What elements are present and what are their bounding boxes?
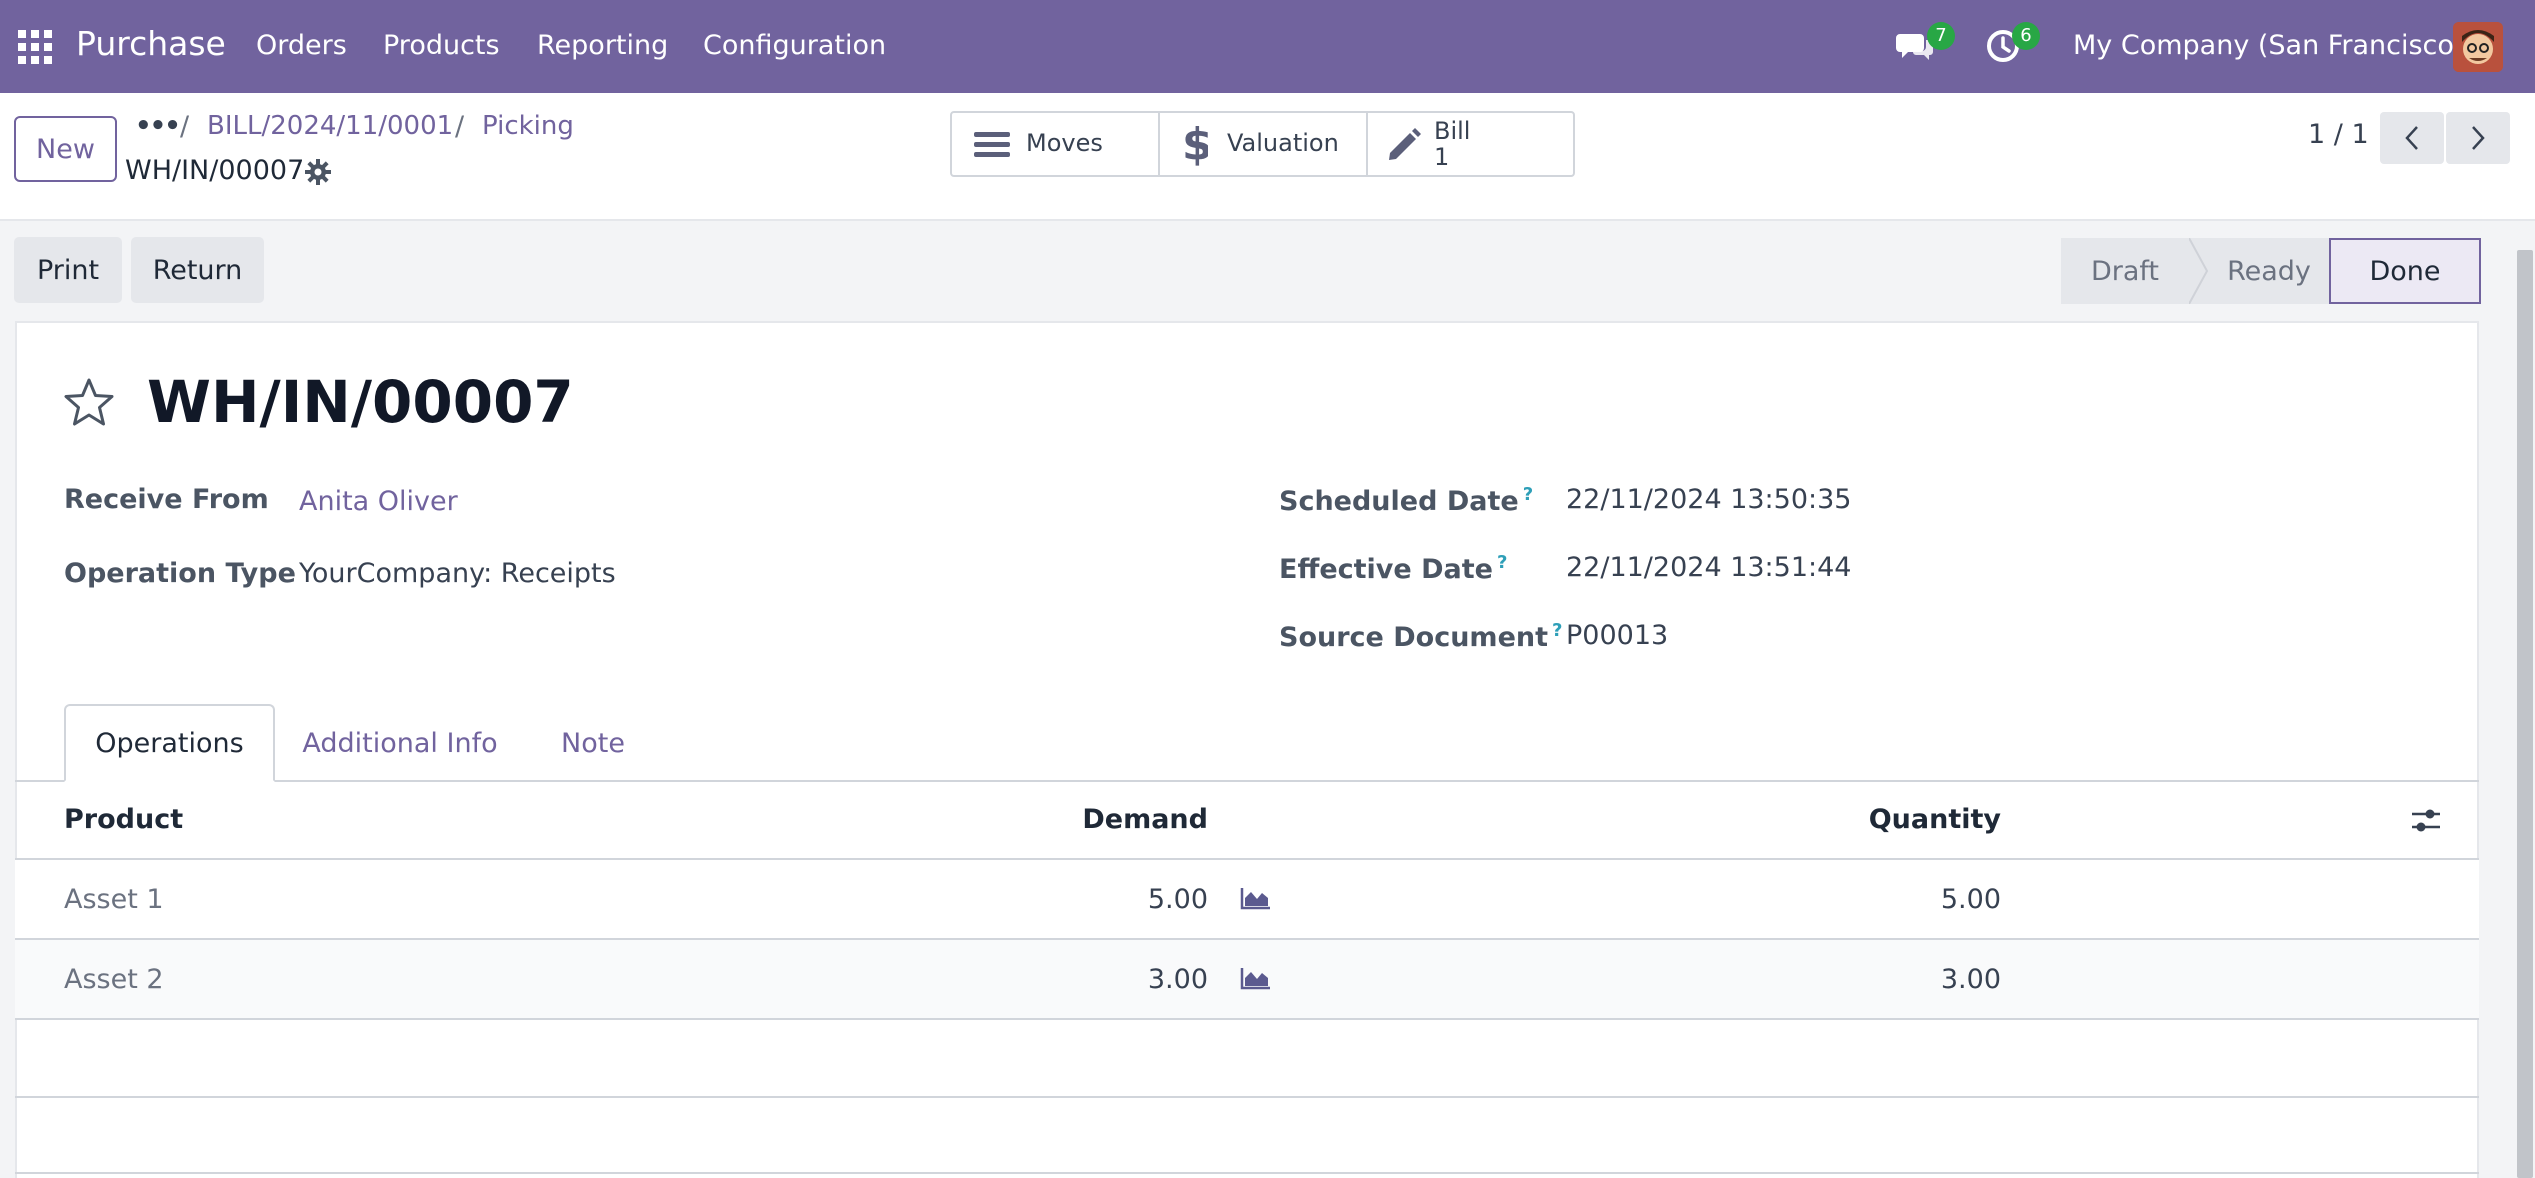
menu-configuration[interactable]: Configuration bbox=[703, 30, 886, 61]
chevron-left-icon bbox=[2405, 126, 2418, 150]
row-demand[interactable]: 3.00 bbox=[1008, 964, 1208, 995]
top-navbar: Purchase Orders Products Reporting Confi… bbox=[0, 0, 2535, 93]
record-title: WH/IN/00007 bbox=[147, 368, 574, 436]
gear-icon[interactable] bbox=[303, 157, 333, 187]
pager-value[interactable]: 1 / 1 bbox=[2308, 119, 2369, 150]
app-name[interactable]: Purchase bbox=[76, 24, 226, 63]
moves-label: Moves bbox=[1026, 129, 1103, 157]
breadcrumb-picking[interactable]: Picking bbox=[482, 111, 574, 141]
forecast-chart-icon[interactable] bbox=[1240, 886, 1272, 910]
user-avatar[interactable] bbox=[2453, 22, 2503, 72]
chevron-right-icon bbox=[2472, 126, 2485, 150]
menu-products[interactable]: Products bbox=[383, 30, 500, 61]
pager-next-button[interactable] bbox=[2446, 112, 2510, 164]
valuation-label: Valuation bbox=[1227, 129, 1339, 157]
tab-operations[interactable]: Operations bbox=[64, 704, 275, 782]
svg-text:$: $ bbox=[1182, 121, 1208, 167]
bill-smart-button[interactable]: Bill 1 bbox=[1368, 113, 1573, 175]
column-header-demand[interactable]: Demand bbox=[1008, 804, 1208, 835]
row-quantity[interactable]: 3.00 bbox=[1801, 964, 2001, 995]
print-button[interactable]: Print bbox=[14, 237, 122, 303]
breadcrumb-more-icon[interactable]: ••• bbox=[135, 111, 181, 141]
column-settings-icon[interactable] bbox=[2410, 806, 2442, 836]
row-quantity[interactable]: 5.00 bbox=[1801, 884, 2001, 915]
return-button[interactable]: Return bbox=[131, 237, 264, 303]
scheduled-date-value[interactable]: 22/11/2024 13:50:35 bbox=[1566, 484, 1851, 515]
breadcrumb-separator: / bbox=[180, 111, 190, 142]
current-record-name: WH/IN/00007 bbox=[125, 155, 305, 186]
row-divider bbox=[15, 1172, 2479, 1174]
operation-type-value[interactable]: YourCompany: Receipts bbox=[299, 558, 616, 589]
status-arrow-separator bbox=[2189, 238, 2209, 304]
menu-reporting[interactable]: Reporting bbox=[537, 30, 668, 61]
scrollbar-thumb[interactable] bbox=[2517, 250, 2533, 1178]
status-draft[interactable]: Draft bbox=[2061, 238, 2189, 304]
effective-date-label: Effective Date? bbox=[1279, 552, 1508, 585]
row-divider bbox=[15, 1018, 2479, 1020]
valuation-smart-button[interactable]: $ Valuation bbox=[1160, 113, 1368, 175]
dollar-icon: $ bbox=[1182, 121, 1208, 167]
status-bar: Draft Ready Done bbox=[2061, 238, 2481, 304]
source-document-label: Source Document? bbox=[1279, 620, 1563, 653]
menu-orders[interactable]: Orders bbox=[256, 30, 347, 61]
messages-count-badge: 7 bbox=[1927, 22, 1955, 50]
moves-smart-button[interactable]: Moves bbox=[952, 113, 1160, 175]
scheduled-date-label: Scheduled Date? bbox=[1279, 484, 1534, 517]
help-tooltip-icon[interactable]: ? bbox=[1497, 552, 1507, 573]
pager-previous-button[interactable] bbox=[2380, 112, 2444, 164]
breadcrumb-separator: / bbox=[455, 111, 465, 142]
row-product[interactable]: Asset 1 bbox=[64, 884, 164, 915]
receive-from-value[interactable]: Anita Oliver bbox=[299, 486, 458, 517]
forecast-chart-icon[interactable] bbox=[1240, 966, 1272, 990]
pencil-icon bbox=[1389, 128, 1421, 160]
row-product[interactable]: Asset 2 bbox=[64, 964, 164, 995]
smart-buttons: Moves $ Valuation Bill 1 bbox=[950, 111, 1575, 177]
company-switcher[interactable]: My Company (San Francisco) bbox=[2073, 30, 2464, 61]
apps-grid-icon[interactable] bbox=[18, 30, 52, 64]
column-header-quantity[interactable]: Quantity bbox=[1801, 804, 2001, 835]
status-ready[interactable]: Ready bbox=[2209, 238, 2329, 304]
bill-label: Bill bbox=[1434, 117, 1471, 145]
row-divider bbox=[15, 1096, 2479, 1098]
receive-from-label: Receive From bbox=[64, 484, 269, 515]
tab-note[interactable]: Note bbox=[538, 704, 648, 782]
status-done[interactable]: Done bbox=[2329, 238, 2481, 304]
help-tooltip-icon[interactable]: ? bbox=[1552, 620, 1562, 641]
operation-type-label: Operation Type bbox=[64, 558, 296, 589]
list-icon bbox=[974, 132, 1010, 157]
tab-additional-info[interactable]: Additional Info bbox=[290, 704, 510, 782]
column-header-product[interactable]: Product bbox=[64, 804, 183, 835]
control-panel: New ••• / BILL/2024/11/0001 / Picking WH… bbox=[0, 93, 2535, 221]
breadcrumb-bill[interactable]: BILL/2024/11/0001 bbox=[207, 111, 453, 141]
row-demand[interactable]: 5.00 bbox=[1008, 884, 1208, 915]
activities-count-badge: 6 bbox=[2012, 22, 2040, 50]
source-document-value[interactable]: P00013 bbox=[1566, 620, 1668, 651]
help-tooltip-icon[interactable]: ? bbox=[1523, 484, 1533, 505]
star-icon[interactable] bbox=[62, 376, 116, 430]
new-button[interactable]: New bbox=[14, 116, 117, 182]
effective-date-value[interactable]: 22/11/2024 13:51:44 bbox=[1566, 552, 1851, 583]
bill-count: 1 bbox=[1434, 143, 1450, 171]
